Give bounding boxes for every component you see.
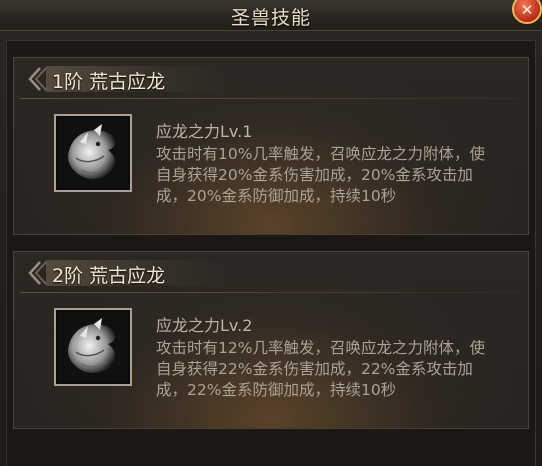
divider: [20, 98, 520, 99]
title-bar: 圣兽技能 ✕: [0, 0, 542, 31]
close-icon: ✕: [520, 1, 534, 19]
divider: [20, 292, 520, 293]
skill-icon-slot[interactable]: [54, 114, 132, 192]
chevron-left-icon: [28, 261, 47, 285]
skill-name: 应龙之力Lv.2: [156, 316, 253, 335]
tier-title: 2阶 荒古应龙: [52, 265, 166, 287]
skill-name: 应龙之力Lv.1: [156, 122, 253, 141]
tier-title: 1阶 荒古应龙: [52, 71, 166, 93]
tier-header-1: 1阶 荒古应龙: [20, 64, 520, 99]
tier-panel-2: 2阶 荒古应龙 应龙之力Lv.2 攻击时有12%几率触发，召唤应龙之力附体，使自…: [13, 251, 529, 429]
skill-description: 攻击时有12%几率触发，召唤应龙之力附体，使自身获得22%金系伤害加成，22%金…: [156, 339, 485, 399]
skill-icon-slot[interactable]: [54, 308, 132, 386]
window-title: 圣兽技能: [230, 7, 311, 29]
tier-header-2: 2阶 荒古应龙: [20, 258, 520, 293]
chevron-left-icon: [28, 67, 47, 91]
skill-description: 攻击时有10%几率触发，召唤应龙之力附体，使自身获得20%金系伤害加成，20%金…: [156, 145, 485, 205]
skill-list[interactable]: 1阶 荒古应龙 应龙之力Lv.1 攻击时有10%几率触发，召唤应龙之力附体，使自…: [6, 40, 536, 466]
white-dragon-icon: [58, 118, 128, 188]
holy-beast-skill-window: 圣兽技能 ✕ 1阶 荒古应龙 应龙之力Lv.1 攻击时有10%几率触发，召唤应龙…: [0, 0, 542, 466]
white-dragon-icon: [58, 312, 128, 382]
tier-panel-1: 1阶 荒古应龙 应龙之力Lv.1 攻击时有10%几率触发，召唤应龙之力附体，使自…: [13, 57, 529, 235]
